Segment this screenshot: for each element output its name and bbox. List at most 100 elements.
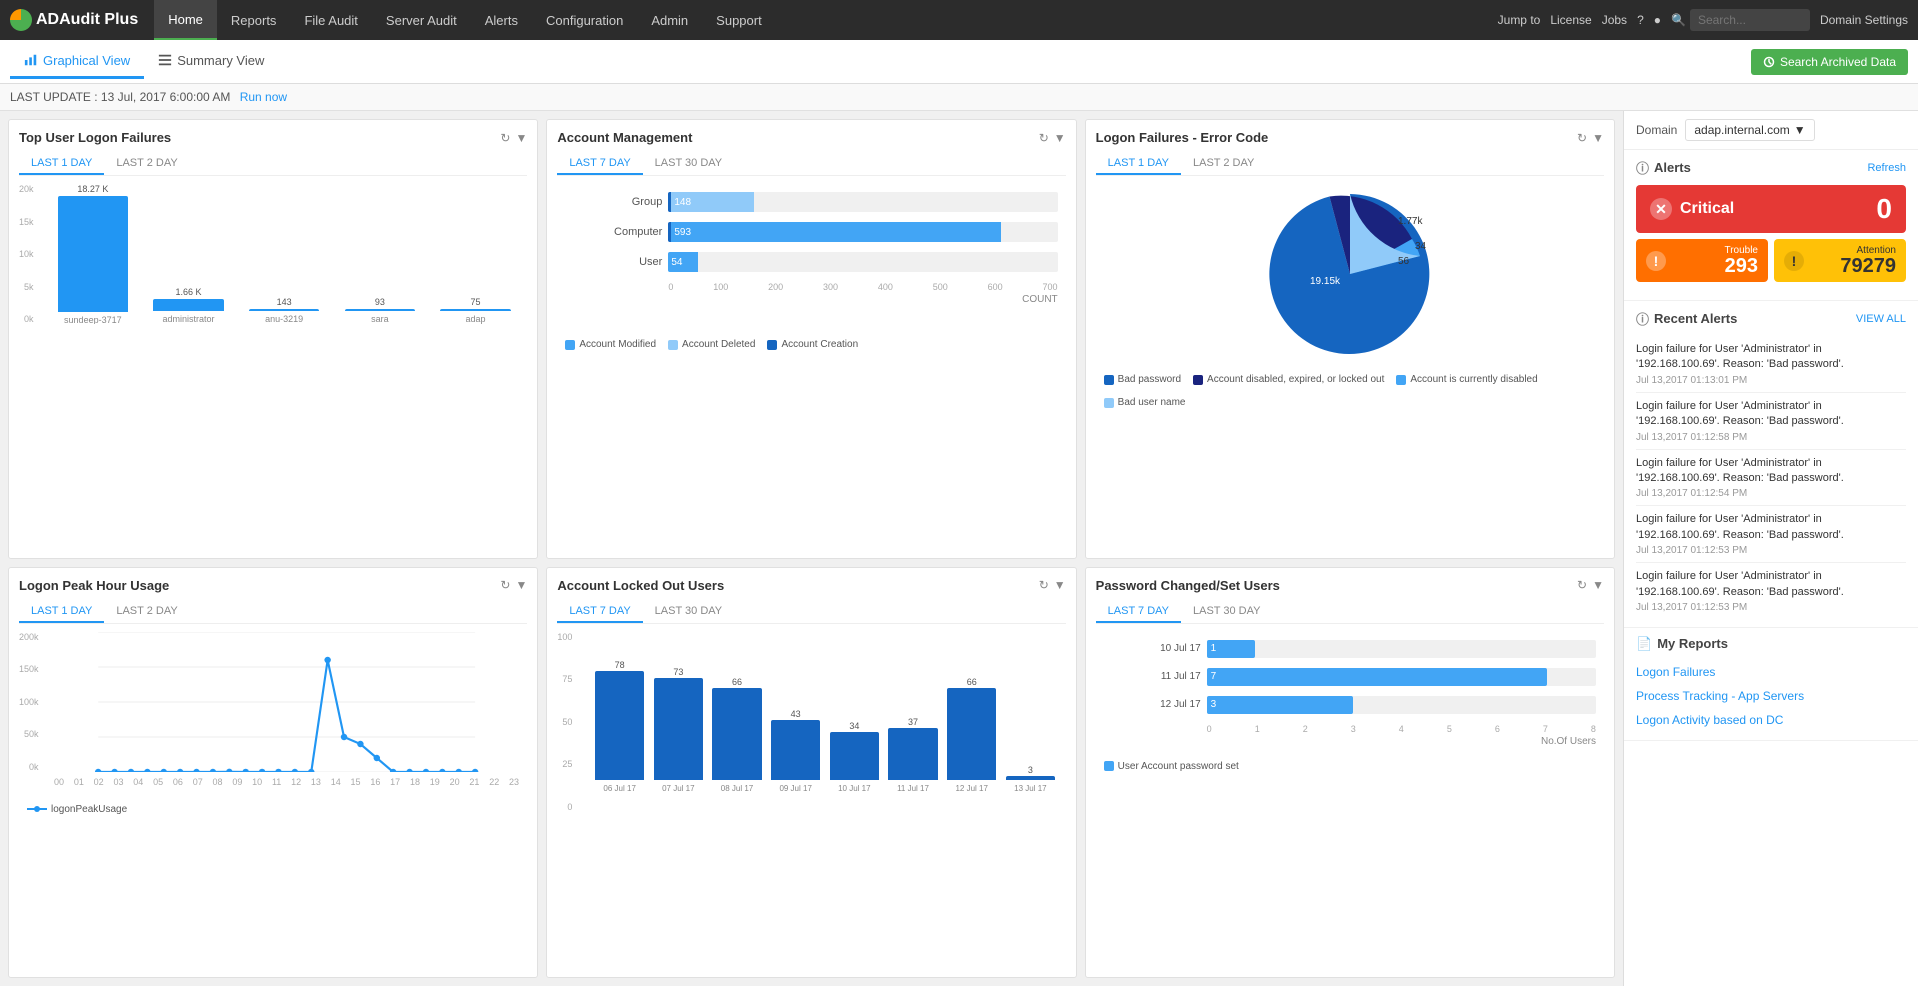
legend-deleted: Account Deleted: [682, 339, 755, 350]
pie-label-56: 56: [1398, 256, 1410, 267]
domain-dropdown-icon[interactable]: ▼: [1794, 123, 1806, 137]
logon-bar-label: sara: [371, 314, 389, 324]
refresh-acct-mgmt-icon[interactable]: ↻: [1039, 131, 1049, 145]
summary-view-btn[interactable]: Summary View: [144, 45, 278, 79]
tab-logon-2day[interactable]: LAST 2 DAY: [104, 153, 189, 175]
jobs-link[interactable]: Jobs: [1602, 13, 1627, 27]
dropdown-password-icon[interactable]: ▼: [1592, 578, 1604, 592]
nav-server-audit[interactable]: Server Audit: [372, 0, 471, 40]
main-layout: Top User Logon Failures ↻ ▼ LAST 1 DAY L…: [0, 111, 1918, 986]
refresh-password-icon[interactable]: ↻: [1577, 578, 1587, 592]
trouble-info: Trouble 293: [1724, 245, 1758, 276]
tab-peak-1day[interactable]: LAST 1 DAY: [19, 601, 104, 623]
recent-alert-item: Login failure for User 'Administrator' i…: [1636, 563, 1906, 619]
alerts-section: ⓘ Alerts Refresh ✕ Critical 0 ! Trouble: [1624, 150, 1918, 301]
app-logo[interactable]: ADAudit Plus: [10, 9, 138, 31]
critical-label: Critical: [1680, 200, 1734, 218]
chart-controls-logon: ↻ ▼: [500, 131, 527, 145]
top-search-input[interactable]: [1690, 9, 1810, 31]
y-axis-label-5k: 5k: [24, 282, 34, 292]
tab-locked-30day[interactable]: LAST 30 DAY: [643, 601, 734, 623]
attention-box[interactable]: ! Attention 79279: [1774, 239, 1906, 282]
dropdown-logon-errors-icon[interactable]: ▼: [1592, 131, 1604, 145]
tab-password-30day[interactable]: LAST 30 DAY: [1181, 601, 1272, 623]
pie-label-177k: 1.77k: [1398, 216, 1423, 227]
nav-file-audit[interactable]: File Audit: [290, 0, 371, 40]
nav-configuration[interactable]: Configuration: [532, 0, 637, 40]
refresh-peak-icon[interactable]: ↻: [500, 578, 510, 592]
search-archived-btn[interactable]: Search Archived Data: [1751, 49, 1908, 75]
run-now-link[interactable]: Run now: [240, 90, 287, 104]
user-icon[interactable]: ●: [1654, 13, 1661, 27]
refresh-locked-icon[interactable]: ↻: [1039, 578, 1049, 592]
domain-settings-link[interactable]: Domain Settings: [1820, 13, 1908, 27]
license-link[interactable]: License: [1550, 13, 1591, 27]
logon-bar-value: 75: [471, 297, 481, 307]
alerts-info-icon: ⓘ: [1636, 158, 1649, 177]
tab-peak-2day[interactable]: LAST 2 DAY: [104, 601, 189, 623]
tab-errors-2day[interactable]: LAST 2 DAY: [1181, 153, 1266, 175]
legend-modified: Account Modified: [579, 339, 656, 350]
chart-controls-peak: ↻ ▼: [500, 578, 527, 592]
graphical-view-btn[interactable]: Graphical View: [10, 45, 144, 79]
jump-to-link[interactable]: Jump to: [1498, 13, 1541, 27]
logon-bar-label: sundeep-3717: [64, 315, 122, 324]
critical-count: 0: [1876, 193, 1892, 225]
alerts-refresh-link[interactable]: Refresh: [1867, 162, 1906, 174]
password-legend: User Account password set: [1096, 757, 1604, 776]
sub-nav-left: Graphical View Summary View: [10, 45, 278, 79]
chart-logon-errors: Logon Failures - Error Code ↻ ▼ LAST 1 D…: [1085, 119, 1615, 559]
nav-reports[interactable]: Reports: [217, 0, 291, 40]
dropdown-logon-icon[interactable]: ▼: [515, 131, 527, 145]
logon-bar-fill: [440, 309, 510, 311]
y-axis-label-0: 0k: [24, 314, 34, 324]
logon-bar-value: 93: [375, 297, 385, 307]
legend-creation: Account Creation: [781, 339, 858, 350]
dropdown-acct-mgmt-icon[interactable]: ▼: [1054, 131, 1066, 145]
logon-bar-value: 18.27 K: [77, 184, 108, 194]
domain-value[interactable]: adap.internal.com ▼: [1685, 119, 1814, 141]
trouble-box[interactable]: ! Trouble 293: [1636, 239, 1768, 282]
my-reports-link[interactable]: Process Tracking - App Servers: [1636, 684, 1906, 708]
chart-tabs-password: LAST 7 DAY LAST 30 DAY: [1096, 601, 1604, 624]
tab-acct-mgmt-7day[interactable]: LAST 7 DAY: [557, 153, 642, 175]
my-reports-link[interactable]: Logon Activity based on DC: [1636, 708, 1906, 732]
logon-bar-label: anu-3219: [265, 314, 303, 324]
tab-acct-mgmt-30day[interactable]: LAST 30 DAY: [643, 153, 734, 175]
logon-bar-fill: [153, 299, 223, 311]
nav-alerts[interactable]: Alerts: [471, 0, 532, 40]
chart-top-logon-failures: Top User Logon Failures ↻ ▼ LAST 1 DAY L…: [8, 119, 538, 559]
chart-account-mgmt: Account Management ↻ ▼ LAST 7 DAY LAST 3…: [546, 119, 1076, 559]
acct-mgmt-legend: Account Modified Account Deleted Account…: [557, 335, 1065, 354]
tab-logon-1day[interactable]: LAST 1 DAY: [19, 153, 104, 175]
chart-controls-locked: ↻ ▼: [1039, 578, 1066, 592]
tab-errors-1day[interactable]: LAST 1 DAY: [1096, 153, 1181, 175]
y-axis-label-15k: 15k: [19, 217, 34, 227]
domain-text: adap.internal.com: [1694, 123, 1789, 137]
pie-legend-currently-disabled: Account is currently disabled: [1410, 374, 1537, 385]
domain-label: Domain: [1636, 123, 1677, 137]
dropdown-peak-icon[interactable]: ▼: [515, 578, 527, 592]
chart-tabs-acct-mgmt: LAST 7 DAY LAST 30 DAY: [557, 153, 1065, 176]
chart-title-logon-errors: Logon Failures - Error Code: [1096, 130, 1269, 145]
nav-support[interactable]: Support: [702, 0, 776, 40]
view-all-link[interactable]: VIEW ALL: [1856, 313, 1906, 325]
nav-admin[interactable]: Admin: [637, 0, 702, 40]
tab-locked-7day[interactable]: LAST 7 DAY: [557, 601, 642, 623]
pie-legend: Bad password Account disabled, expired, …: [1096, 370, 1604, 412]
status-bar: LAST UPDATE : 13 Jul, 2017 6:00:00 AM Ru…: [0, 84, 1918, 111]
my-reports-list: Logon FailuresProcess Tracking - App Ser…: [1636, 660, 1906, 732]
my-reports-link[interactable]: Logon Failures: [1636, 660, 1906, 684]
recent-alert-time: Jul 13,2017 01:12:53 PM: [1636, 545, 1906, 556]
help-icon[interactable]: ?: [1637, 13, 1644, 27]
alert-critical-box[interactable]: ✕ Critical 0: [1636, 185, 1906, 233]
trouble-count: 293: [1724, 256, 1758, 276]
recent-alert-item: Login failure for User 'Administrator' i…: [1636, 393, 1906, 450]
dropdown-locked-icon[interactable]: ▼: [1054, 578, 1066, 592]
refresh-logon-icon[interactable]: ↻: [500, 131, 510, 145]
pie-chart-container: 19.15k 1.77k 34 56: [1096, 184, 1604, 364]
tab-password-7day[interactable]: LAST 7 DAY: [1096, 601, 1181, 623]
nav-home[interactable]: Home: [154, 0, 217, 40]
recent-alert-time: Jul 13,2017 01:12:53 PM: [1636, 602, 1906, 613]
refresh-logon-errors-icon[interactable]: ↻: [1577, 131, 1587, 145]
